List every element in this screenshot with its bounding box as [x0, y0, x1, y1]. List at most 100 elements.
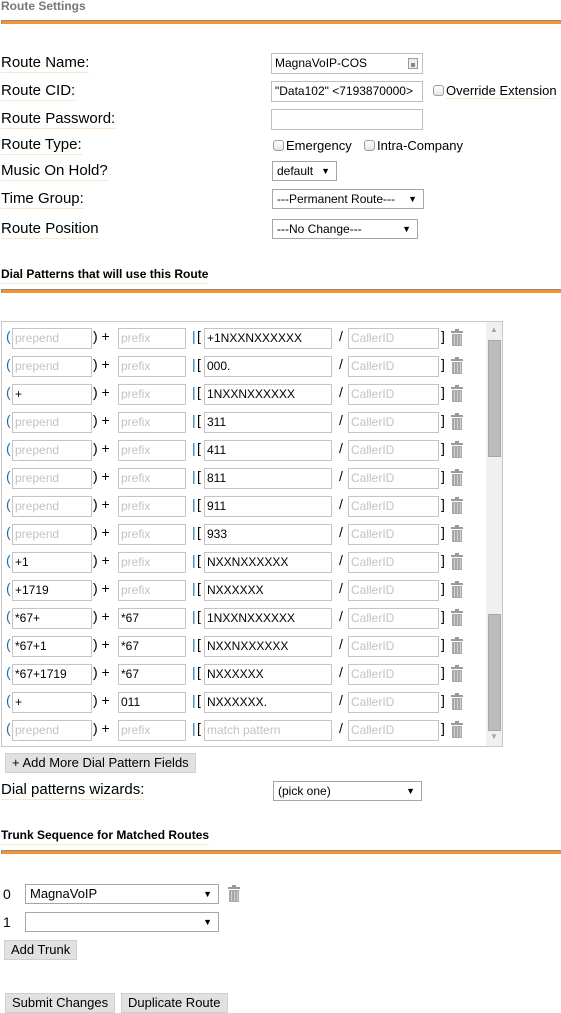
match-pattern-input[interactable]: NXXXXXX — [204, 664, 332, 685]
trunk-select-0[interactable]: MagnaVoIP ▼ — [25, 884, 219, 904]
match-pattern-input[interactable]: NXXXXXX — [204, 580, 332, 601]
match-pattern-input[interactable]: 1NXXNXXXXXX — [204, 384, 332, 405]
match-pattern-input[interactable]: +1NXXNXXXXXX — [204, 328, 332, 349]
prepend-input[interactable]: *67+1719 — [12, 664, 92, 685]
callerid-input[interactable]: CallerID — [348, 384, 439, 405]
scroll-up-icon[interactable]: ▲ — [490, 325, 498, 334]
prefix-input[interactable]: 011 — [118, 692, 186, 713]
match-pattern-input[interactable]: 000. — [204, 356, 332, 377]
override-extension-option[interactable]: Override Extension — [433, 83, 557, 99]
callerid-input[interactable]: CallerID — [348, 328, 439, 349]
route-password-input[interactable] — [271, 109, 423, 130]
prepend-input[interactable]: prepend — [12, 412, 92, 433]
prepend-input[interactable]: prepend — [12, 720, 92, 741]
dial-pattern-scrollbar[interactable]: ▲ ▼ — [486, 322, 502, 746]
prepend-input[interactable]: prepend — [12, 524, 92, 545]
scrollbar-thumb[interactable] — [488, 340, 501, 457]
delete-pattern-icon[interactable] — [450, 553, 464, 570]
route-cid-input[interactable]: "Data102" <7193870000> — [271, 81, 423, 102]
route-name-input[interactable]: MagnaVoIP-COS — [271, 53, 423, 74]
prefix-input[interactable]: *67 — [118, 664, 186, 685]
override-extension-checkbox[interactable] — [433, 85, 444, 96]
match-pattern-input[interactable]: 411 — [204, 440, 332, 461]
delete-pattern-icon[interactable] — [450, 329, 464, 346]
prefix-input[interactable]: prefix — [118, 524, 186, 545]
delete-pattern-icon[interactable] — [450, 357, 464, 374]
match-pattern-input[interactable]: 933 — [204, 524, 332, 545]
prepend-input[interactable]: + — [12, 384, 92, 405]
delete-pattern-icon[interactable] — [450, 385, 464, 402]
match-pattern-input[interactable]: NXXNXXXXXX — [204, 552, 332, 573]
match-pattern-input[interactable]: 1NXXNXXXXXX — [204, 608, 332, 629]
delete-pattern-icon[interactable] — [450, 497, 464, 514]
match-pattern-input[interactable]: NXXXXXX. — [204, 692, 332, 713]
callerid-input[interactable]: CallerID — [348, 608, 439, 629]
delete-pattern-icon[interactable] — [450, 581, 464, 598]
delete-pattern-icon[interactable] — [450, 637, 464, 654]
callerid-input[interactable]: CallerID — [348, 496, 439, 517]
time-group-select[interactable]: ---Permanent Route--- ▼ — [272, 189, 424, 209]
callerid-input[interactable]: CallerID — [348, 580, 439, 601]
route-position-select[interactable]: ---No Change--- ▼ — [272, 219, 418, 239]
prepend-input[interactable]: *67+1 — [12, 636, 92, 657]
add-more-dial-pattern-button[interactable]: + Add More Dial Pattern Fields — [5, 753, 196, 773]
delete-pattern-icon[interactable] — [450, 665, 464, 682]
match-pattern-input[interactable]: match pattern — [204, 720, 332, 741]
callerid-input[interactable]: CallerID — [348, 720, 439, 741]
intra-company-checkbox[interactable] — [364, 140, 375, 151]
match-pattern-input[interactable]: NXXNXXXXXX — [204, 636, 332, 657]
prepend-input[interactable]: prepend — [12, 468, 92, 489]
delete-pattern-icon[interactable] — [450, 469, 464, 486]
match-pattern-input[interactable]: 311 — [204, 412, 332, 433]
callerid-input[interactable]: CallerID — [348, 692, 439, 713]
prefix-input[interactable]: prefix — [118, 412, 186, 433]
dial-pattern-list[interactable]: (prepend) + prefix |[+1NXXNXXXXXX / CallerID… — [1, 321, 503, 747]
callerid-input[interactable]: CallerID — [348, 636, 439, 657]
callerid-input[interactable]: CallerID — [348, 524, 439, 545]
prefix-input[interactable]: prefix — [118, 496, 186, 517]
prefix-input[interactable]: prefix — [118, 440, 186, 461]
prefix-input[interactable]: *67 — [118, 636, 186, 657]
trunk-select-1[interactable]: ▼ — [25, 912, 219, 932]
prepend-input[interactable]: +1719 — [12, 580, 92, 601]
prefix-input[interactable]: prefix — [118, 720, 186, 741]
prefix-input[interactable]: prefix — [118, 552, 186, 573]
prepend-input[interactable]: +1 — [12, 552, 92, 573]
delete-pattern-icon[interactable] — [450, 413, 464, 430]
dial-patterns-wizards-select[interactable]: (pick one) ▼ — [273, 781, 422, 801]
delete-pattern-icon[interactable] — [450, 693, 464, 710]
delete-pattern-icon[interactable] — [450, 609, 464, 626]
prefix-input[interactable]: prefix — [118, 580, 186, 601]
delete-pattern-icon[interactable] — [450, 721, 464, 738]
intra-company-option[interactable]: Intra-Company — [364, 138, 463, 153]
prefix-input[interactable]: prefix — [118, 384, 186, 405]
match-pattern-input[interactable]: 911 — [204, 496, 332, 517]
duplicate-route-button[interactable]: Duplicate Route — [121, 993, 228, 1013]
add-trunk-button[interactable]: Add Trunk — [4, 940, 78, 960]
delete-pattern-icon[interactable] — [450, 525, 464, 542]
callerid-input[interactable]: CallerID — [348, 664, 439, 685]
prefix-input[interactable]: *67 — [118, 608, 186, 629]
prepend-input[interactable]: *67+ — [12, 608, 92, 629]
scroll-down-icon[interactable]: ▼ — [490, 732, 498, 741]
callerid-input[interactable]: CallerID — [348, 468, 439, 489]
match-pattern-input[interactable]: 811 — [204, 468, 332, 489]
scrollbar-thumb-lower[interactable] — [488, 614, 501, 731]
submit-changes-button[interactable]: Submit Changes — [5, 993, 116, 1013]
prefix-input[interactable]: prefix — [118, 328, 186, 349]
prefix-input[interactable]: prefix — [118, 356, 186, 377]
music-on-hold-select[interactable]: default ▼ — [272, 161, 337, 181]
prepend-input[interactable]: prepend — [12, 440, 92, 461]
prepend-input[interactable]: prepend — [12, 328, 92, 349]
callerid-input[interactable]: CallerID — [348, 552, 439, 573]
password-manager-icon[interactable] — [408, 58, 418, 69]
prepend-input[interactable]: prepend — [12, 356, 92, 377]
callerid-input[interactable]: CallerID — [348, 356, 439, 377]
prepend-input[interactable]: + — [12, 692, 92, 713]
prepend-input[interactable]: prepend — [12, 496, 92, 517]
callerid-input[interactable]: CallerID — [348, 440, 439, 461]
prefix-input[interactable]: prefix — [118, 468, 186, 489]
delete-trunk-icon[interactable] — [227, 885, 241, 902]
delete-pattern-icon[interactable] — [450, 441, 464, 458]
emergency-checkbox[interactable] — [273, 140, 284, 151]
